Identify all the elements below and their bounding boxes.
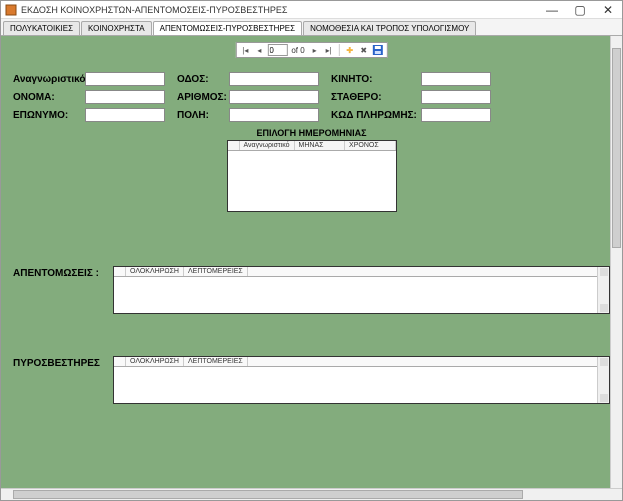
- paycode-input[interactable]: [421, 108, 491, 122]
- fire-grid-header: ΟΛΟΚΛΗΡΩΣΗ ΛΕΠΤΟΜΕΡΕΙΕΣ: [114, 357, 609, 367]
- name-label: ΟΝΟΜΑ:: [13, 92, 85, 103]
- city-label: ΠΟΛΗ:: [177, 110, 229, 121]
- id-label: Αναγνωριστικό:: [13, 74, 85, 85]
- number-input[interactable]: [229, 90, 319, 104]
- date-col-id[interactable]: Αναγνωριστικό: [240, 141, 295, 150]
- paycode-label: ΚΩΔ ΠΛΗΡΩΜΗΣ:: [331, 110, 421, 121]
- fields-row: Αναγνωριστικό: ΟΝΟΜΑ: ΕΠΩΝΥΜΟ: ΟΔΟΣ: ΑΡΙ…: [13, 72, 610, 122]
- city-input[interactable]: [229, 108, 319, 122]
- street-input[interactable]: [229, 72, 319, 86]
- window-title: ΕΚΔΟΣΗ ΚΟΙΝΟΧΡΗΣΤΩΝ-ΑΠΕΝΤΟΜΟΣΕΙΣ-ΠΥΡΟΣΒΕ…: [21, 5, 542, 15]
- pest-grid-rowselector: [114, 267, 126, 276]
- pest-col-details[interactable]: ΛΕΠΤΟΜΕΡΕΙΕΣ: [184, 267, 248, 276]
- fire-section-label: ΠΥΡΟΣΒΕΣΤΗΡΕΣ: [13, 356, 113, 369]
- pest-grid[interactable]: ΟΛΟΚΛΗΡΩΣΗ ΛΕΠΤΟΜΕΡΕΙΕΣ: [113, 266, 610, 314]
- surname-label: ΕΠΩΝΥΜΟ:: [13, 110, 85, 121]
- tab-legislation[interactable]: ΝΟΜΟΘΕΣΙΑ ΚΑΙ ΤΡΟΠΟΣ ΥΠΟΛΟΓΙΣΜΟΥ: [303, 21, 476, 35]
- nav-save-icon[interactable]: [372, 44, 384, 56]
- date-panel: ΕΠΙΛΟΓΗ ΗΜΕΡΟΜΗΝΙΑΣ Αναγνωριστικό ΜΗΝΑΣ …: [227, 128, 397, 212]
- surname-input[interactable]: [85, 108, 165, 122]
- nav-delete-icon[interactable]: ✖: [358, 44, 370, 56]
- record-navigator: |◂ ◂ of 0 ▸ ▸| ✚ ✖: [235, 42, 387, 58]
- fire-grid[interactable]: ΟΛΟΚΛΗΡΩΣΗ ΛΕΠΤΟΜΕΡΕΙΕΣ: [113, 356, 610, 404]
- maximize-button[interactable]: ▢: [570, 3, 590, 17]
- fire-col-completion[interactable]: ΟΛΟΚΛΗΡΩΣΗ: [126, 357, 184, 366]
- pest-section: ΑΠΕΝΤΟΜΩΣΕΙΣ : ΟΛΟΚΛΗΡΩΣΗ ΛΕΠΤΟΜΕΡΕΙΕΣ: [13, 266, 610, 314]
- date-col-month[interactable]: ΜΗΝΑΣ: [295, 141, 345, 150]
- phone-label: ΣΤΑΘΕΡΟ:: [331, 92, 421, 103]
- phone-input[interactable]: [421, 90, 491, 104]
- content-hscrollbar[interactable]: [1, 488, 622, 500]
- id-input[interactable]: [85, 72, 165, 86]
- nav-current-input[interactable]: [267, 44, 287, 56]
- fire-section: ΠΥΡΟΣΒΕΣΤΗΡΕΣ ΟΛΟΚΛΗΡΩΣΗ ΛΕΠΤΟΜΕΡΕΙΕΣ: [13, 356, 610, 404]
- content-vscrollbar[interactable]: [610, 36, 622, 488]
- fire-grid-scrollbar[interactable]: [597, 357, 609, 403]
- content-hscrollbar-thumb[interactable]: [13, 490, 523, 499]
- nav-add-icon[interactable]: ✚: [344, 44, 356, 56]
- date-panel-title: ΕΠΙΛΟΓΗ ΗΜΕΡΟΜΗΝΙΑΣ: [227, 128, 397, 138]
- nav-next-icon[interactable]: ▸: [309, 44, 321, 56]
- col-middle: ΟΔΟΣ: ΑΡΙΘΜΟΣ: ΠΟΛΗ:: [177, 72, 319, 122]
- content-panel: |◂ ◂ of 0 ▸ ▸| ✚ ✖ Αναγνωριστικό: ΟΝΟΜΑ:…: [1, 36, 622, 500]
- window-controls: — ▢ ✕: [542, 3, 618, 17]
- pest-grid-header: ΟΛΟΚΛΗΡΩΣΗ ΛΕΠΤΟΜΕΡΕΙΕΣ: [114, 267, 609, 277]
- tab-buildings[interactable]: ΠΟΛΥΚΑΤΟΙΚΙΕΣ: [3, 21, 80, 35]
- col-right: ΚΙΝΗΤΟ: ΣΤΑΘΕΡΟ: ΚΩΔ ΠΛΗΡΩΜΗΣ:: [331, 72, 491, 122]
- col-left: Αναγνωριστικό: ΟΝΟΜΑ: ΕΠΩΝΥΜΟ:: [13, 72, 165, 122]
- number-label: ΑΡΙΘΜΟΣ:: [177, 92, 229, 103]
- fire-col-details[interactable]: ΛΕΠΤΟΜΕΡΕΙΕΣ: [184, 357, 248, 366]
- tab-pest-fire[interactable]: ΑΠΕΝΤΟΜΩΣΕΙΣ-ΠΥΡΟΣΒΕΣΤΗΡΕΣ: [153, 21, 302, 35]
- street-label: ΟΔΟΣ:: [177, 74, 229, 85]
- mobile-label: ΚΙΝΗΤΟ:: [331, 74, 421, 85]
- name-input[interactable]: [85, 90, 165, 104]
- date-grid[interactable]: Αναγνωριστικό ΜΗΝΑΣ ΧΡΟΝΟΣ: [227, 140, 397, 212]
- close-button[interactable]: ✕: [598, 3, 618, 17]
- nav-separator: [339, 44, 340, 56]
- titlebar: ΕΚΔΟΣΗ ΚΟΙΝΟΧΡΗΣΤΩΝ-ΑΠΕΝΤΟΜΟΣΕΙΣ-ΠΥΡΟΣΒΕ…: [1, 1, 622, 19]
- minimize-button[interactable]: —: [542, 3, 562, 17]
- date-col-year[interactable]: ΧΡΟΝΟΣ: [345, 141, 395, 150]
- form-area: Αναγνωριστικό: ΟΝΟΜΑ: ΕΠΩΝΥΜΟ: ΟΔΟΣ: ΑΡΙ…: [13, 72, 610, 212]
- tab-common-expenses[interactable]: ΚΟΙΝΟΧΡΗΣΤΑ: [81, 21, 152, 35]
- app-icon: [5, 4, 17, 16]
- app-window: ΕΚΔΟΣΗ ΚΟΙΝΟΧΡΗΣΤΩΝ-ΑΠΕΝΤΟΜΟΣΕΙΣ-ΠΥΡΟΣΒΕ…: [0, 0, 623, 501]
- content-vscrollbar-thumb[interactable]: [612, 48, 621, 248]
- nav-prev-icon[interactable]: ◂: [253, 44, 265, 56]
- nav-first-icon[interactable]: |◂: [239, 44, 251, 56]
- date-grid-rowselector: [228, 141, 240, 150]
- nav-last-icon[interactable]: ▸|: [323, 44, 335, 56]
- nav-of-label: of 0: [289, 46, 306, 55]
- fire-grid-rowselector: [114, 357, 126, 366]
- pest-section-label: ΑΠΕΝΤΟΜΩΣΕΙΣ :: [13, 266, 113, 279]
- date-grid-header: Αναγνωριστικό ΜΗΝΑΣ ΧΡΟΝΟΣ: [228, 141, 396, 151]
- tabstrip: ΠΟΛΥΚΑΤΟΙΚΙΕΣ ΚΟΙΝΟΧΡΗΣΤΑ ΑΠΕΝΤΟΜΩΣΕΙΣ-Π…: [1, 19, 622, 36]
- mobile-input[interactable]: [421, 72, 491, 86]
- pest-col-completion[interactable]: ΟΛΟΚΛΗΡΩΣΗ: [126, 267, 184, 276]
- pest-grid-scrollbar[interactable]: [597, 267, 609, 313]
